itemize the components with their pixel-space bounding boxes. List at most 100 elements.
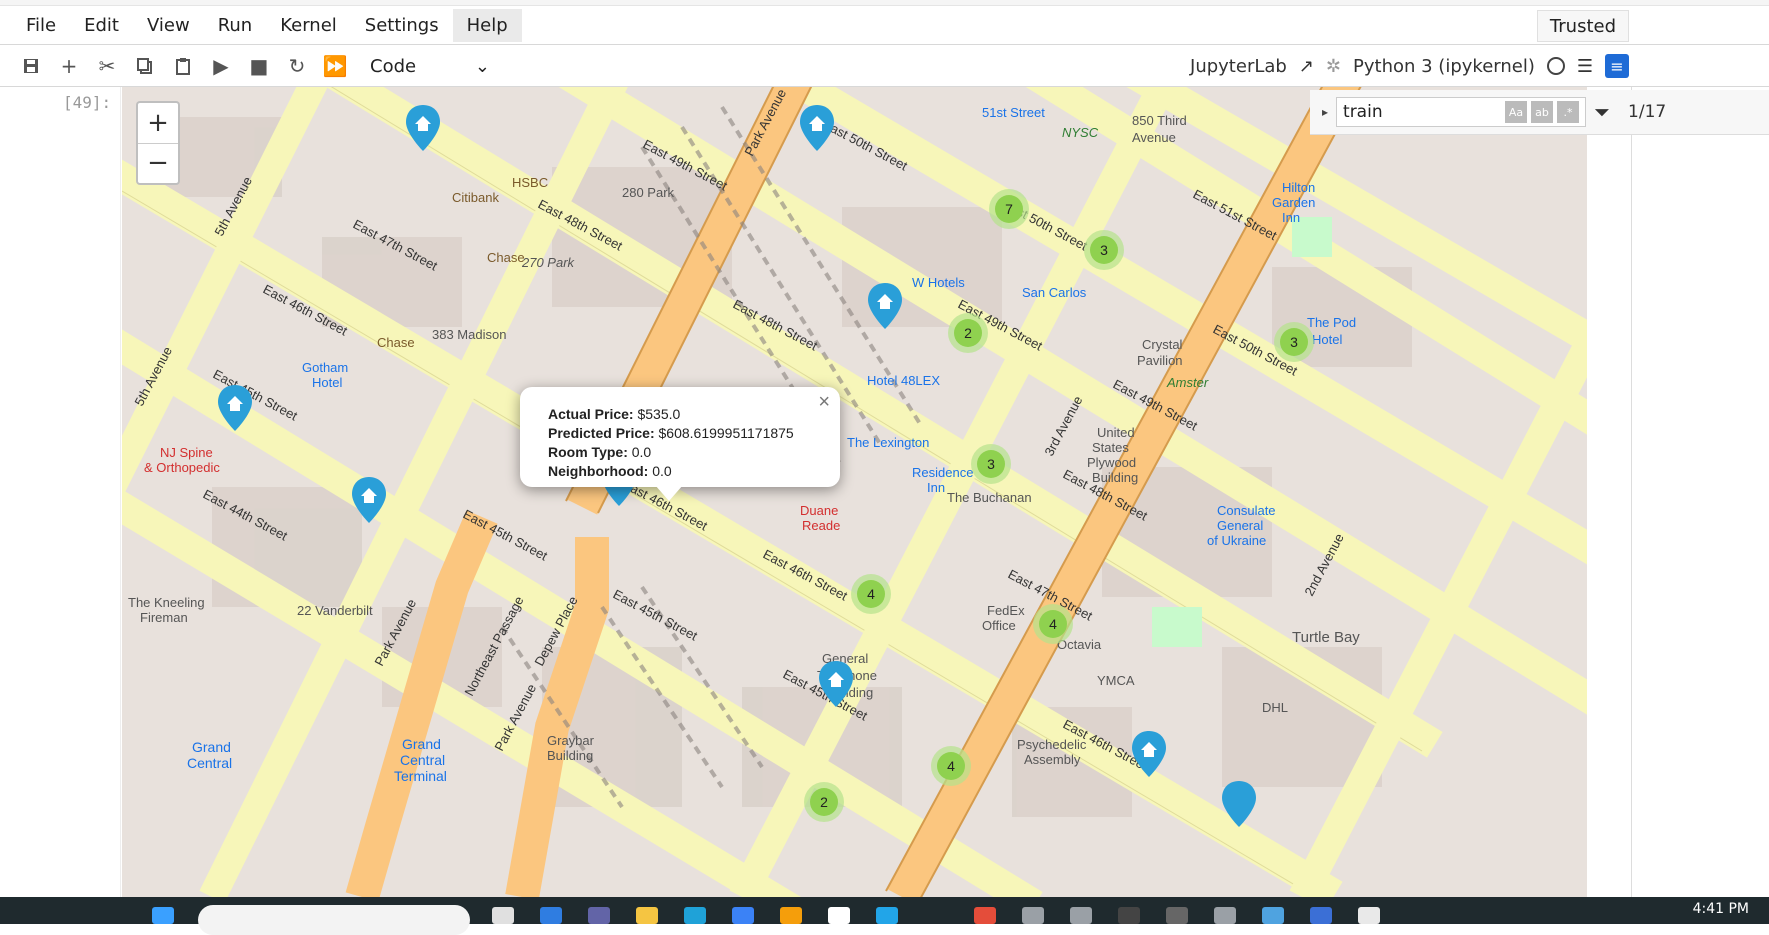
settings-icon[interactable] (1070, 907, 1092, 924)
menu-settings[interactable]: Settings (351, 9, 453, 42)
cluster-count[interactable]: 3 (987, 456, 995, 472)
cell-type-select[interactable]: Code ⌄ (362, 51, 498, 81)
whole-word-icon[interactable]: ab (1531, 101, 1554, 123)
app-icon[interactable] (492, 907, 514, 924)
save-icon[interactable] (12, 47, 50, 85)
place-280-park: 280 Park (622, 185, 675, 200)
settings-icon[interactable] (1022, 907, 1044, 924)
os-taskbar: 4:41 PM (0, 897, 1769, 935)
stop-icon[interactable]: ■ (240, 47, 278, 85)
add-cell-icon[interactable]: + (50, 47, 88, 85)
terminal-icon[interactable] (1118, 907, 1140, 924)
place-residence: Residence (912, 465, 973, 480)
menu-edit[interactable]: Edit (70, 9, 133, 42)
place-hsbc: HSBC (512, 175, 548, 190)
cluster-count[interactable]: 4 (867, 586, 875, 602)
place-psychedelic: Psychedelic (1017, 737, 1087, 752)
kernel-name[interactable]: Python 3 (ipykernel) (1353, 56, 1535, 77)
place-w-hotels: W Hotels (912, 275, 965, 290)
place-hilton: Hilton (1282, 180, 1315, 195)
place-graybar: Graybar (547, 733, 595, 748)
folder-icon[interactable] (636, 907, 658, 924)
expand-replace-icon[interactable]: ▸ (1322, 105, 1328, 119)
settings-icon[interactable] (1214, 907, 1236, 924)
app-icon[interactable] (780, 907, 802, 924)
place-hotel48lex: Hotel 48LEX (867, 373, 940, 388)
copy-icon[interactable] (126, 47, 164, 85)
cluster-count[interactable]: 4 (947, 758, 955, 774)
zoom-in-button[interactable]: + (138, 103, 178, 144)
edge-icon[interactable] (684, 907, 706, 924)
jupyterlab-link[interactable]: JupyterLab (1190, 56, 1287, 77)
menu-view[interactable]: View (133, 9, 204, 42)
cluster-count[interactable]: 2 (964, 325, 972, 341)
property-inspector-icon[interactable]: ≡ (1605, 54, 1629, 78)
match-count: 1/17 (1628, 102, 1667, 122)
run-icon[interactable]: ▶ (202, 47, 240, 85)
place-graybar-building: Building (547, 748, 593, 763)
mail-icon[interactable] (732, 907, 754, 924)
app-icon[interactable] (828, 907, 850, 924)
app-icon[interactable] (1166, 907, 1188, 924)
place-chase-1: Chase (487, 250, 525, 265)
zoom-out-button[interactable]: − (138, 144, 178, 184)
place-residence-inn: Inn (927, 480, 945, 495)
cluster-count[interactable]: 3 (1290, 334, 1298, 350)
menu-lines-icon[interactable]: ☰ (1577, 56, 1593, 77)
app-icon[interactable] (588, 907, 610, 924)
restart-icon[interactable]: ↻ (278, 47, 316, 85)
chrome-icon[interactable] (974, 907, 996, 924)
place-nj-spine: NJ Spine (160, 445, 213, 460)
folium-map[interactable]: East 49th Street East 48th Street East 4… (122, 87, 1587, 897)
place-gct-terminal: Terminal (394, 768, 447, 784)
popup-line-actual: Actual Price: $535.0 (548, 405, 812, 424)
actual-price-label: Actual Price: (548, 406, 634, 422)
bug-icon[interactable]: ✲ (1326, 56, 1341, 77)
menu-file[interactable]: File (12, 9, 70, 42)
app-icon[interactable] (876, 907, 898, 924)
windows-start-icon[interactable] (152, 907, 174, 924)
place-chase-2: Chase (377, 335, 415, 350)
place-buchanan: The Buchanan (947, 490, 1032, 505)
app-icon[interactable] (540, 907, 562, 924)
run-all-icon[interactable]: ⏩ (316, 47, 354, 85)
place-ymca: YMCA (1097, 673, 1135, 688)
paste-icon[interactable] (164, 47, 202, 85)
regex-icon[interactable]: .* (1557, 101, 1580, 123)
place-lexington: The Lexington (847, 435, 929, 450)
filter-icon[interactable]: ⏷ (1594, 100, 1610, 124)
cluster-count[interactable]: 4 (1049, 616, 1057, 632)
notepad-icon[interactable] (1262, 907, 1284, 924)
app-icon[interactable] (1310, 907, 1332, 924)
cluster-count[interactable]: 2 (820, 794, 828, 810)
match-case-icon[interactable]: Aa (1505, 101, 1528, 123)
cluster-count[interactable]: 3 (1100, 242, 1108, 258)
menu-run[interactable]: Run (204, 9, 267, 42)
place-crystal: Crystal (1142, 337, 1183, 352)
place-san-carlos: San Carlos (1022, 285, 1087, 300)
menu-kernel[interactable]: Kernel (266, 9, 351, 42)
place-consulate: Consulate (1217, 503, 1276, 518)
map-tiles: East 49th Street East 48th Street East 4… (122, 87, 1587, 897)
place-850-ave: Avenue (1132, 130, 1176, 145)
menu-help[interactable]: Help (452, 8, 522, 42)
place-inn: Inn (1282, 210, 1300, 225)
place-nysc: NYSC (1062, 125, 1099, 140)
close-icon[interactable]: × (818, 392, 830, 412)
place-ukraine: of Ukraine (1207, 533, 1266, 548)
external-link-icon[interactable]: ↗ (1299, 56, 1314, 77)
predicted-price-value: $608.6199951171875 (658, 425, 794, 441)
cluster-count[interactable]: 7 (1005, 201, 1013, 217)
taskbar-clock[interactable]: 4:41 PM (1693, 901, 1749, 917)
app-icon[interactable] (1358, 907, 1380, 924)
place-gct-grand: Grand (402, 736, 441, 752)
place-fedex-office: Office (982, 618, 1016, 633)
cut-icon[interactable]: ✂ (88, 47, 126, 85)
taskbar-search[interactable] (198, 905, 470, 935)
place-orthopedic: & Orthopedic (144, 460, 220, 475)
place-building: Building (1092, 470, 1138, 485)
search-input[interactable]: train Aa ab .* (1336, 97, 1587, 127)
trusted-indicator[interactable]: Trusted (1536, 10, 1629, 42)
street-label-51st: 51st Street (982, 105, 1045, 120)
place-duane-reade: Duane (800, 503, 838, 518)
